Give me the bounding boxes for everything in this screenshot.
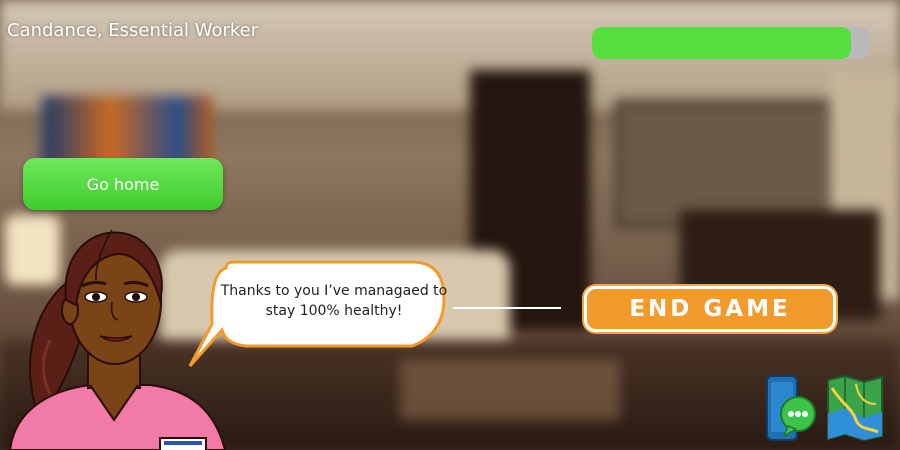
phone-chat-icon[interactable] [764, 374, 818, 444]
go-home-button[interactable]: Go home [23, 158, 223, 210]
health-bar-fill [592, 27, 851, 59]
speech-line-2: stay 100% healthy! [265, 303, 403, 319]
speech-text: Thanks to you I’ve managaed to stay 100%… [218, 281, 450, 321]
end-game-button[interactable]: END GAME [584, 286, 836, 332]
speech-line-1: Thanks to you I’ve managaed to [220, 283, 448, 299]
game-scene: Candance, Essential Worker Go home Thank… [0, 0, 900, 450]
character-title: Candance, Essential Worker [7, 20, 259, 41]
window [615, 100, 838, 228]
connector-line [453, 307, 561, 309]
map-icon[interactable] [826, 374, 884, 442]
health-bar [592, 27, 870, 59]
